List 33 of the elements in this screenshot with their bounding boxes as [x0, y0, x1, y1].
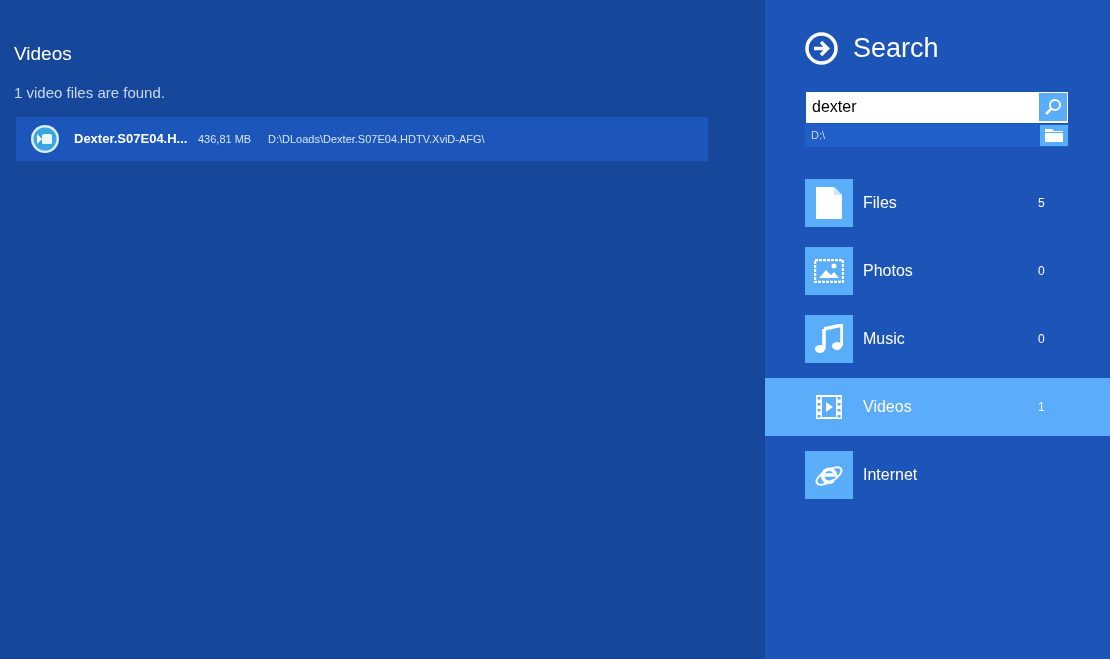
result-row[interactable]: Dexter.S07E04.H... 436,81 MB D:\DLoads\Dexter.S07E04.HDTV.XviD-AFG\	[16, 117, 708, 161]
category-item[interactable]: Internet	[765, 445, 1110, 504]
arrow-circle-icon[interactable]	[805, 31, 838, 65]
results-summary: 1 video files are found.	[14, 82, 166, 103]
location-text: D:\	[811, 127, 826, 143]
category-count: 1	[1038, 398, 1045, 416]
file-size: 436,81 MB	[198, 131, 253, 147]
search-field[interactable]: dexter	[806, 95, 1039, 119]
category-count: 0	[1038, 262, 1045, 280]
file-name: Dexter.S07E04.H...	[74, 130, 189, 149]
film-play-icon	[816, 394, 842, 419]
category-item[interactable]: Files 5	[765, 173, 1110, 232]
search-icon	[1044, 98, 1062, 116]
category-label: Files	[863, 192, 898, 213]
search-title: Search	[853, 32, 939, 65]
picture-icon	[814, 258, 844, 283]
category-label: Internet	[863, 464, 919, 485]
browse-folder-button[interactable]	[1040, 124, 1068, 146]
category-count: 5	[1038, 194, 1045, 212]
category-label: Videos	[863, 396, 913, 417]
category-label: Music	[863, 328, 906, 349]
search-box[interactable]: dexter	[805, 90, 1069, 124]
location-field[interactable]: D:\	[805, 123, 1069, 147]
category-label: Photos	[863, 260, 914, 281]
results-title: Videos	[14, 42, 73, 66]
music-note-icon	[815, 323, 843, 354]
player-logo-icon	[30, 124, 60, 154]
folder-icon	[1045, 128, 1063, 142]
category-item[interactable]: Music 0	[765, 309, 1110, 368]
category-count: 0	[1038, 330, 1045, 348]
file-path: D:\DLoads\Dexter.S07E04.HDTV.XviD-AFG\	[268, 131, 485, 147]
category-item[interactable]: Photos 0	[765, 241, 1110, 300]
document-icon	[816, 186, 842, 219]
